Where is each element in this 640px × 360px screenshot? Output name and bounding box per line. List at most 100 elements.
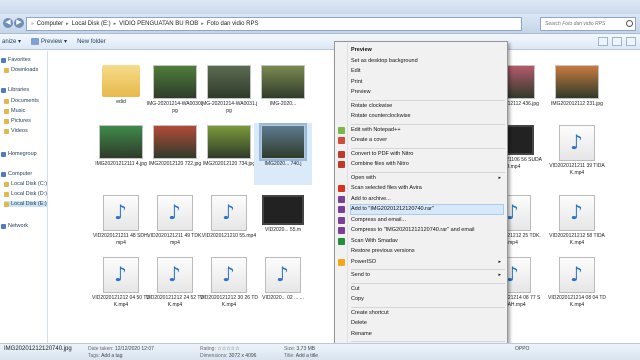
breadcrumb-computer[interactable]: Computer xyxy=(37,21,63,27)
menu-item-compress-and-email[interactable]: Compress and email... xyxy=(351,216,503,225)
sidebar-item-label: Network xyxy=(8,223,29,229)
menu-item-delete[interactable]: Delete xyxy=(351,319,503,328)
organize-button[interactable]: anize ▾ xyxy=(2,38,21,45)
file-item[interactable]: VID2020121212 24 52 TDK.mp4 xyxy=(146,255,204,317)
sidebar-item-videos[interactable]: Videos xyxy=(4,128,28,134)
address-breadcrumb[interactable]: » Computer ▸ Local Disk (E:) ▸ VIDIO PEN… xyxy=(26,17,522,31)
menu-item-poweriso[interactable]: PowerISO ▸ xyxy=(351,258,503,267)
new-folder-button[interactable]: New folder xyxy=(77,39,106,45)
menu-item-restore-previous-versions[interactable]: Restore previous versions xyxy=(351,247,503,256)
sidebar-item-homegroup[interactable]: Homegroup xyxy=(1,151,37,157)
sidebar-item-network[interactable]: Network xyxy=(1,223,28,229)
group-icon xyxy=(1,87,6,93)
menu-app-icon xyxy=(338,137,345,144)
menu-app-icon xyxy=(338,126,345,134)
menu-item-preview[interactable]: Preview xyxy=(351,88,503,97)
file-item[interactable]: VID2020121212 04 50 TDK.mp4 xyxy=(92,255,150,317)
media-file-icon xyxy=(559,195,595,231)
file-item[interactable]: edid xyxy=(92,63,150,125)
file-item[interactable]: IMG2020... 740.j xyxy=(254,123,312,185)
folder-icon xyxy=(4,191,9,197)
file-item[interactable]: VID2020... 02 ... ... xyxy=(254,255,312,317)
breadcrumb-current-folder[interactable]: Foto dan vidio RPS xyxy=(207,21,259,27)
file-item[interactable]: IMG-20201214-WA0031.jpg xyxy=(200,63,258,125)
forward-button[interactable]: ▶ xyxy=(14,18,24,28)
menu-item-scan-with-smadav[interactable]: Scan With Smadav xyxy=(351,237,503,246)
sidebar-item-computer[interactable]: Computer xyxy=(1,171,32,177)
menu-item-label: Add to "IMG20201212120740.rar" xyxy=(351,206,434,212)
sidebar-item-local-disk-e[interactable]: Local Disk (E:) xyxy=(4,201,47,207)
file-item[interactable]: VID2020121211 39 TIDAK.mp4 xyxy=(548,123,606,185)
group-icon xyxy=(1,223,6,229)
file-item[interactable]: VID2020121211 48 SDH.mp4 xyxy=(92,193,150,255)
details-title[interactable]: Title: Add a title xyxy=(284,353,318,359)
menu-item-add-to-img20201212120740-rar[interactable]: Add to "IMG20201212120740.rar" xyxy=(350,204,504,215)
menu-item-rotate-counterclockwise[interactable]: Rotate counterclockwise xyxy=(351,112,503,121)
submenu-arrow-icon: ▸ xyxy=(498,272,501,278)
menu-item-compress-to-img20201212120740-ra[interactable]: Compress to "IMG20201212120740.rar" and … xyxy=(351,226,503,235)
menu-item-open-with[interactable]: Open with ▸ xyxy=(351,174,503,183)
breadcrumb-local-disk-e[interactable]: Local Disk (E:) xyxy=(72,21,111,27)
menu-item-print[interactable]: Print xyxy=(351,78,503,87)
menu-item-scan-selected-files-with-avira[interactable]: Scan selected files with Avira xyxy=(351,184,503,193)
menu-item-edit-with-notepad[interactable]: Edit with Notepad++ xyxy=(351,126,503,135)
folder-icon xyxy=(4,67,9,73)
menu-item-rename[interactable]: Rename xyxy=(351,330,503,339)
file-item[interactable]: VID2020121214 08 04 TDK.mp4 xyxy=(548,255,606,317)
file-name: IMG2020... 740.j xyxy=(264,161,302,167)
preview-pane-icon[interactable] xyxy=(612,37,622,46)
help-icon[interactable] xyxy=(626,37,636,46)
sidebar-item-label: Computer xyxy=(8,171,33,177)
menu-item-set-as-desktop-background[interactable]: Set as desktop background xyxy=(351,57,503,66)
file-item[interactable]: VID2020121212 58 TIDAK.mp4 xyxy=(548,193,606,255)
media-file-icon xyxy=(265,257,301,293)
sidebar-item-documents[interactable]: Documents xyxy=(4,98,39,104)
menu-item-combine-files-with-nitro[interactable]: Combine files with Nitro xyxy=(351,160,503,169)
photo-thumbnail xyxy=(207,65,251,99)
menu-item-label: Open with xyxy=(351,174,376,181)
group-icon xyxy=(1,151,6,157)
file-item[interactable]: IMG-2020... xyxy=(254,63,312,125)
sidebar-item-music[interactable]: Music xyxy=(4,108,25,114)
file-item[interactable]: VID2020121212 30 26 TDK.mp4 xyxy=(200,255,258,317)
file-item[interactable]: IMG20201212111 4.jpg xyxy=(92,123,150,185)
menu-item-add-to-archive[interactable]: Add to archive... xyxy=(351,195,503,204)
view-controls xyxy=(598,37,636,46)
file-name: VID2020121212 24 52 TDK.mp4 xyxy=(146,295,205,308)
sidebar-item-local-disk-c[interactable]: Local Disk (C:) xyxy=(4,181,47,187)
file-name: VID2020121211 49 TDK.mp4 xyxy=(147,233,203,246)
details-rating[interactable]: Rating: ☆☆☆☆☆ xyxy=(200,346,240,352)
file-item[interactable]: IMG-20201214-WA0030.jpg xyxy=(146,63,204,125)
details-filename: IMG20201212120740.jpg xyxy=(4,346,72,352)
file-item[interactable]: IMG202012120 734.jpg xyxy=(200,123,258,185)
menu-item-create-a-cover[interactable]: Create a cover xyxy=(351,136,503,145)
sidebar-item-favorites[interactable]: Favorites xyxy=(1,57,31,63)
menu-item-convert-to-pdf-with-nitro[interactable]: Convert to PDF with Nitro xyxy=(351,150,503,159)
menu-item-label: PowerISO xyxy=(351,258,377,265)
menu-item-preview[interactable]: Preview xyxy=(351,46,503,55)
file-name: IMG20201212111 4.jpg xyxy=(95,161,147,167)
file-item[interactable]: VID2020121210 55.mp4 xyxy=(200,193,258,255)
menu-item-send-to[interactable]: Send to ▸ xyxy=(351,271,503,280)
menu-separator xyxy=(351,269,505,270)
sidebar-item-pictures[interactable]: Pictures xyxy=(4,118,31,124)
file-item[interactable]: VID2020121211 49 TDK.mp4 xyxy=(146,193,204,255)
file-item[interactable]: IMG202012112 231.jpg xyxy=(548,63,606,125)
sidebar-item-libraries[interactable]: Libraries xyxy=(1,87,29,93)
sidebar-item-downloads[interactable]: Downloads xyxy=(4,67,38,73)
back-button[interactable]: ◀ xyxy=(3,18,13,28)
menu-item-create-shortcut[interactable]: Create shortcut xyxy=(351,309,503,318)
menu-item-copy[interactable]: Copy xyxy=(351,295,503,304)
menu-item-rotate-clockwise[interactable]: Rotate clockwise xyxy=(351,102,503,111)
file-item[interactable]: VID2020... 55.m xyxy=(254,193,312,255)
menu-item-edit[interactable]: Edit xyxy=(351,67,503,76)
sidebar-item-local-disk-d[interactable]: Local Disk (D:) xyxy=(4,191,47,197)
preview-button[interactable]: Preview ▾ xyxy=(31,38,67,45)
change-view-icon[interactable] xyxy=(598,37,608,46)
menu-item-cut[interactable]: Cut xyxy=(351,285,503,294)
file-name: VID2020121212 30 26 TDK.mp4 xyxy=(200,295,259,308)
breadcrumb-vidio-folder[interactable]: VIDIO PENGUATAN BU ROB xyxy=(119,21,198,27)
file-item[interactable]: IMG202012120 722.jpg xyxy=(146,123,204,185)
search-input[interactable]: Search Foto dan vidio RPS xyxy=(540,17,636,31)
file-name: VID2020121212 04 50 TDK.mp4 xyxy=(92,295,151,308)
